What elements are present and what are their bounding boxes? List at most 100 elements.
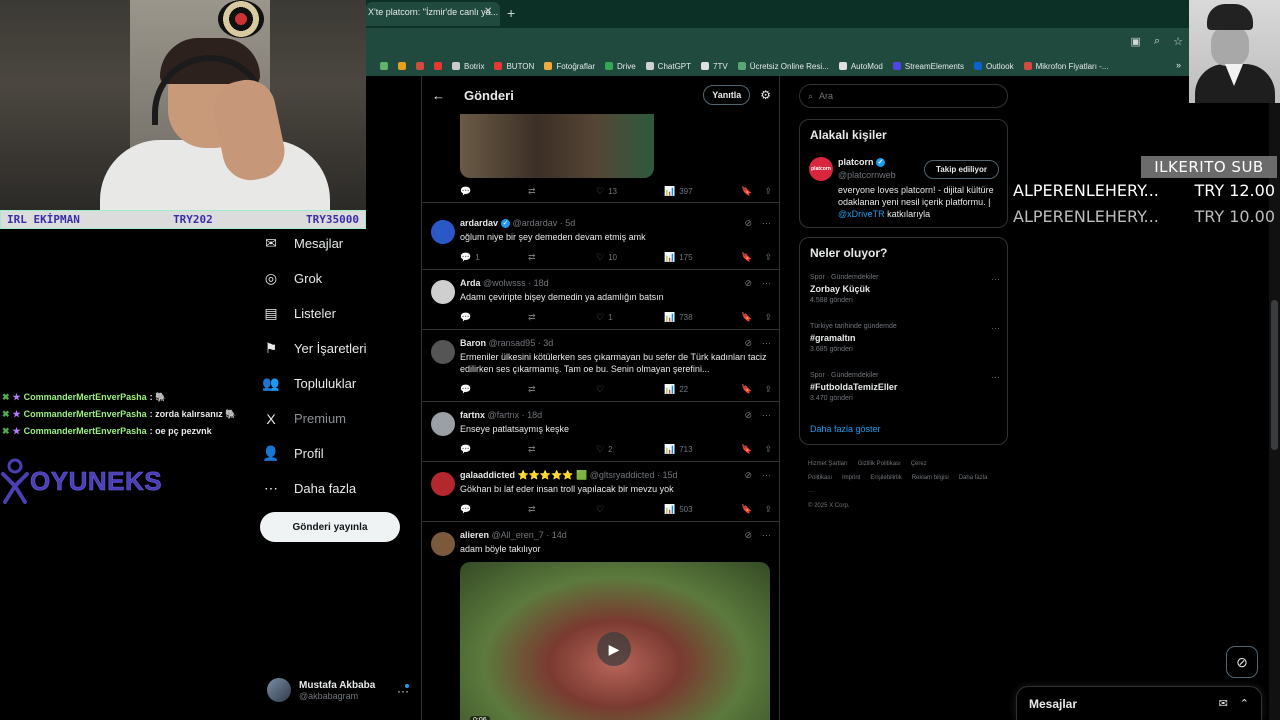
browser-tab[interactable]: X'te platcorn: "İzmir'de canlı ya... xyxy=(366,2,500,26)
bookmark-item[interactable]: Ücretsiz Online Resi... xyxy=(737,62,829,71)
screen-cast-icon[interactable]: ▣ xyxy=(1131,35,1141,48)
bookmark-item[interactable]: AutoMod xyxy=(838,62,883,71)
like-action[interactable]: ♡ 1 xyxy=(596,312,664,323)
avatar[interactable] xyxy=(431,532,455,556)
tweet[interactable]: Arda @wolwsss · 18d ⊘ ··· Adamı çeviripte b… xyxy=(422,270,779,330)
tweet-author[interactable]: ardardav xyxy=(460,218,498,228)
like-action[interactable]: ♡ xyxy=(596,504,664,515)
more-icon[interactable]: ··· xyxy=(991,372,1000,382)
post-image[interactable] xyxy=(460,114,654,178)
tweet-author[interactable]: fartnx xyxy=(460,410,485,420)
grok-icon[interactable]: ⊘ xyxy=(744,278,752,289)
account-switcher[interactable]: Mustafa Akbaba @akbabagram ··· xyxy=(267,678,417,702)
tweet-author[interactable]: galaaddicted ⭐⭐⭐⭐⭐ 🟩 xyxy=(460,470,587,480)
tweet-author[interactable]: Baron xyxy=(460,338,486,348)
sidebar-item-daha-fazla[interactable]: ⋯ Daha fazla xyxy=(262,471,367,506)
messages-drawer[interactable]: Mesajlar ✉ ⌃ xyxy=(1016,686,1262,720)
search-input[interactable]: ⌕ Ara xyxy=(799,84,1008,108)
share-icon[interactable]: ⇪ xyxy=(764,312,772,323)
tweet-author[interactable]: Arda xyxy=(460,278,481,288)
play-icon[interactable]: ▶ xyxy=(597,632,631,666)
bookmark-icon[interactable]: 🔖 xyxy=(741,504,752,515)
bookmark-item[interactable]: 7TV xyxy=(701,62,728,71)
like-action[interactable]: ♡ 2 xyxy=(596,444,664,455)
like-action[interactable]: ♡ xyxy=(596,384,664,395)
trend-item[interactable]: Türkiye tarihinde gündemde #gramaltın 3.68… xyxy=(810,323,1000,353)
repost-action[interactable]: ⇄ xyxy=(528,444,596,455)
footer-link[interactable]: Erişilebilirlik xyxy=(870,475,901,481)
bookmark-icon[interactable]: 🔖 xyxy=(741,252,752,263)
bookmark-item[interactable]: Drive xyxy=(605,62,636,71)
sidebar-item-topluluklar[interactable]: 👥 Topluluklar xyxy=(262,366,367,401)
views-action[interactable]: 📊 503 xyxy=(664,504,732,515)
more-icon[interactable]: ··· xyxy=(762,338,771,349)
bookmark-item[interactable]: Outlook xyxy=(974,62,1014,71)
tweet[interactable]: Baron @ransad95 · 3d ⊘ ··· Ermeniler ülkesi… xyxy=(422,330,779,402)
bookmark-icon[interactable]: 🔖 xyxy=(741,186,752,197)
bookmark-item[interactable]: BUTON xyxy=(494,62,534,71)
bookmark-item[interactable]: StreamElements xyxy=(892,62,964,71)
more-icon[interactable]: ··· xyxy=(762,530,771,541)
avatar[interactable] xyxy=(431,220,455,244)
bookmark-item[interactable] xyxy=(380,62,388,70)
like-action[interactable]: ♡ 13 xyxy=(596,186,664,197)
bookmark-icon[interactable]: 🔖 xyxy=(741,444,752,455)
bookmark-item[interactable] xyxy=(398,62,406,70)
zoom-icon[interactable]: ⌕ xyxy=(1154,35,1160,48)
share-icon[interactable]: ⇪ xyxy=(764,384,772,395)
bookmark-item[interactable]: ChatGPT xyxy=(645,62,691,71)
views-action[interactable]: 📊 738 xyxy=(664,312,732,323)
sidebar-item-profil[interactable]: 👤 Profil xyxy=(262,436,367,471)
tweet[interactable]: fartnx @fartnx · 18d ⊘ ··· Enseye patlatsay… xyxy=(422,402,779,462)
bio-link[interactable]: @xDriveTR xyxy=(838,209,885,219)
repost-action[interactable]: ⇄ xyxy=(528,312,596,323)
like-action[interactable]: ♡ 10 xyxy=(596,252,664,263)
related-user-name[interactable]: platcorn ✓ xyxy=(838,157,886,168)
sidebar-item-yer-i̇şaretleri[interactable]: ⚑ Yer İşaretleri xyxy=(262,331,367,366)
expand-icon[interactable]: ⌃ xyxy=(1240,697,1249,710)
bookmark-item[interactable] xyxy=(434,62,442,70)
sidebar-item-mesajlar[interactable]: ✉ Mesajlar xyxy=(262,226,367,261)
share-icon[interactable]: ⇪ xyxy=(764,504,772,515)
repost-action[interactable]: ⇄ xyxy=(528,186,596,197)
more-icon[interactable]: ··· xyxy=(762,278,771,289)
sidebar-item-listeler[interactable]: ▤ Listeler xyxy=(262,296,367,331)
views-action[interactable]: 📊 397 xyxy=(664,186,732,197)
repost-action[interactable]: ⇄ xyxy=(528,504,596,515)
avatar[interactable] xyxy=(431,412,455,436)
bookmark-item[interactable]: Botrix xyxy=(452,62,484,71)
share-icon[interactable]: ⇪ xyxy=(764,444,772,455)
sidebar-item-premium[interactable]: X Premium xyxy=(262,401,367,436)
tweet-author[interactable]: alieren xyxy=(460,530,489,540)
footer-link[interactable]: Reklam bilgisi xyxy=(912,475,949,481)
reply-action[interactable]: 💬 1 xyxy=(460,252,528,263)
avatar[interactable]: platcorn xyxy=(809,157,833,181)
reply-action[interactable]: 💬 xyxy=(460,312,528,323)
footer-link[interactable]: Gizlilik Politikası xyxy=(858,461,901,467)
share-icon[interactable]: ⇪ xyxy=(764,186,772,197)
bookmark-item[interactable]: Fotoğraflar xyxy=(544,62,595,71)
reply-action[interactable]: 💬 xyxy=(460,444,528,455)
grok-icon[interactable]: ⊘ xyxy=(744,218,752,229)
bookmark-icon[interactable]: 🔖 xyxy=(741,312,752,323)
show-more-link[interactable]: Daha fazla göster xyxy=(810,424,881,434)
repost-action[interactable]: ⇄ xyxy=(528,252,596,263)
address-bar[interactable]: ▣ ⌕ ☆ xyxy=(366,28,1189,56)
grok-icon[interactable]: ⊘ xyxy=(1226,646,1258,678)
grok-icon[interactable]: ⊘ xyxy=(744,530,752,541)
avatar[interactable] xyxy=(431,340,455,364)
new-message-icon[interactable]: ✉ xyxy=(1219,697,1228,710)
reply-button[interactable]: Yanıtla xyxy=(703,85,751,105)
tweet[interactable]: galaaddicted ⭐⭐⭐⭐⭐ 🟩 @gltsryaddicted · 1… xyxy=(422,462,779,522)
bookmark-item[interactable] xyxy=(416,62,424,70)
tab-close-icon[interactable]: ✕ xyxy=(484,6,492,17)
back-arrow-icon[interactable]: ← xyxy=(432,88,464,103)
trend-item[interactable]: Spor · Gündemdekiler #FutboldaTemizEller 3… xyxy=(810,372,1000,402)
reply-action[interactable]: 💬 xyxy=(460,384,528,395)
views-action[interactable]: 📊 22 xyxy=(664,384,732,395)
following-button[interactable]: Takip ediliyor xyxy=(924,160,999,179)
more-icon[interactable]: ··· xyxy=(762,218,771,229)
avatar[interactable] xyxy=(431,472,455,496)
more-icon[interactable]: ··· xyxy=(762,470,771,481)
tweet[interactable]: alieren @All_eren_7 · 14d ⊘ ··· adam böyle … xyxy=(422,522,779,720)
